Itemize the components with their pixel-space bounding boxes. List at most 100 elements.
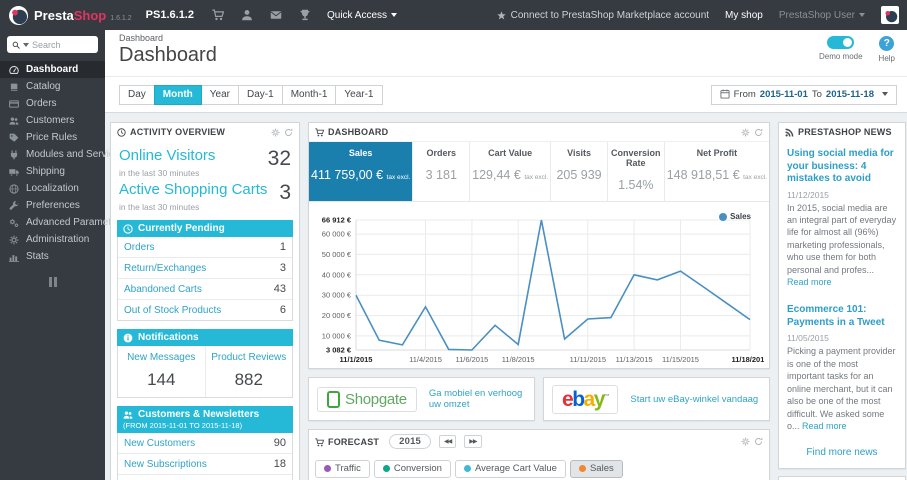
cart-icon[interactable] <box>212 9 224 21</box>
my-shop-link[interactable]: My shop <box>725 10 763 21</box>
svg-text:30 000 €: 30 000 € <box>322 291 352 300</box>
forecast-sales-button[interactable]: Sales <box>569 460 623 479</box>
news-article: Using social media for your business: 4 … <box>779 141 905 290</box>
new-customers-link[interactable]: New Customers <box>124 438 195 449</box>
find-more-news-link[interactable]: Find more news <box>806 447 877 458</box>
read-more-link[interactable]: Read more <box>787 277 832 287</box>
kpi-sales[interactable]: Sales 411 759,00 € tax excl. <box>309 142 414 202</box>
search-input[interactable] <box>32 39 87 50</box>
out-of-stock-link[interactable]: Out of Stock Products <box>124 305 221 316</box>
range-year-button[interactable]: Year <box>200 84 240 105</box>
shopgate-link[interactable]: Ga mobiel en verhoog uw omzet <box>429 388 526 410</box>
orders-link[interactable]: Orders <box>124 242 155 253</box>
forecast-conversion-button[interactable]: Conversion <box>373 460 451 479</box>
kpi-visits[interactable]: Visits 205 939 <box>551 142 608 202</box>
sidebar-item-catalog[interactable]: Catalog <box>0 78 105 95</box>
help-icon[interactable]: ? <box>879 36 895 51</box>
sidebar-item-dashboard[interactable]: Dashboard <box>0 61 105 78</box>
new-messages-link[interactable]: New Messages <box>127 352 195 363</box>
sidebar-item-modules[interactable]: Modules and Services <box>0 146 124 163</box>
panel-settings-button[interactable] <box>271 128 280 137</box>
range-day-button[interactable]: Day <box>119 84 155 105</box>
svg-text:50 000 €: 50 000 € <box>322 250 352 259</box>
legend-label: Sales <box>730 212 751 222</box>
sidebar-item-price-rules[interactable]: Price Rules <box>0 129 105 146</box>
range-year-1-button[interactable]: Year-1 <box>335 84 383 105</box>
panel-refresh-button[interactable] <box>754 437 763 446</box>
svg-text:11/13/2015: 11/13/2015 <box>616 355 653 364</box>
range-month-1-button[interactable]: Month-1 <box>281 84 337 105</box>
panel-refresh-button[interactable] <box>284 128 293 137</box>
user-menu[interactable]: PrestaShop User <box>779 10 865 21</box>
sidebar-search[interactable] <box>7 36 98 53</box>
activity-overview-panel: ACTIVITY OVERVIEW Online Visitors 32 in … <box>110 122 300 480</box>
customers-icon[interactable] <box>241 9 253 21</box>
forecast-prev-button[interactable]: ◀◀ <box>439 435 457 449</box>
kpi-net-profit[interactable]: Net Profit 148 918,51 € tax excl. <box>665 142 769 201</box>
kpi-cart-value[interactable]: Cart Value 129,44 € tax excl. <box>470 142 552 202</box>
forecast-next-button[interactable]: ▶▶ <box>464 435 482 449</box>
demo-mode-toggle[interactable] <box>827 36 855 49</box>
truck-icon <box>9 167 19 177</box>
panel-refresh-button[interactable] <box>754 128 763 137</box>
shop-name: PS1.6.1.2 <box>145 9 194 21</box>
range-month-button[interactable]: Month <box>153 84 202 105</box>
clock-icon <box>123 224 133 234</box>
sidebar-collapse-button[interactable] <box>0 277 105 290</box>
shopgate-logo: Shopgate <box>317 386 417 412</box>
kpi-conversion-rate[interactable]: Conversion Rate 1.54% <box>608 142 665 202</box>
news-article-date: 11/12/2015 <box>787 189 829 200</box>
abandoned-carts-link[interactable]: Abandoned Carts <box>124 284 202 295</box>
users-icon <box>123 410 133 420</box>
globe-icon <box>9 184 19 194</box>
wrench-icon <box>9 201 19 211</box>
sales-line-chart: 66 912 € 60 000 € 50 000 € 40 000 € 30 000 €… <box>322 216 764 365</box>
chevron-down-icon <box>391 13 398 17</box>
forecast-traffic-button[interactable]: Traffic <box>315 460 370 479</box>
news-article-date: 11/05/2015 <box>787 333 829 344</box>
panel-settings-button[interactable] <box>741 128 750 137</box>
user-avatar[interactable] <box>881 6 899 24</box>
ebay-link[interactable]: Start uw eBay-winkel vandaag <box>630 394 758 405</box>
sidebar-item-orders[interactable]: Orders <box>0 95 105 112</box>
svg-text:11/4/2015: 11/4/2015 <box>409 355 442 364</box>
sidebar-item-localization[interactable]: Localization <box>0 180 105 197</box>
returns-link[interactable]: Return/Exchanges <box>124 263 206 274</box>
news-article-title[interactable]: Using social media for your business: 4 … <box>787 148 897 186</box>
read-more-link[interactable]: Read more <box>802 421 847 431</box>
sidebar-item-shipping[interactable]: Shipping <box>0 163 105 180</box>
panel-settings-button[interactable] <box>741 437 750 446</box>
sidebar-item-advanced-parameters[interactable]: Advanced Parameters <box>0 214 125 231</box>
messages-icon[interactable] <box>270 9 282 21</box>
plug-icon <box>9 150 19 160</box>
chart-legend[interactable]: Sales <box>719 212 751 221</box>
news-article-title[interactable]: Ecommerce 101: Payments in a Tweet <box>787 304 897 329</box>
chevron-down-icon[interactable] <box>23 42 29 47</box>
range-day-1-button[interactable]: Day-1 <box>238 84 283 105</box>
marketplace-link[interactable]: Connect to PrestaShop Marketplace accoun… <box>497 10 709 21</box>
version-label: 1.6.1.2 <box>110 14 132 22</box>
gear-icon <box>271 128 280 137</box>
currently-pending-header: Currently Pending <box>117 220 293 238</box>
sidebar: Dashboard Catalog Orders Customers Price… <box>0 30 125 480</box>
sidebar-item-preferences[interactable]: Preferences <box>0 197 105 214</box>
svg-text:11/15/2015: 11/15/2015 <box>662 355 699 364</box>
new-subscriptions-link[interactable]: New Subscriptions <box>124 459 207 470</box>
active-carts-link[interactable]: Active Shopping Carts <box>119 181 267 198</box>
online-visitors-link[interactable]: Online Visitors <box>119 147 215 164</box>
online-visitors-sub: in the last 30 minutes <box>119 168 200 179</box>
chevron-down-icon <box>859 13 865 17</box>
quick-access-menu[interactable]: Quick Access <box>327 10 398 21</box>
news-article-excerpt: Picking a payment provider is one of the… <box>787 346 896 431</box>
shopgate-phone-icon <box>327 390 340 408</box>
sidebar-item-stats[interactable]: Stats <box>0 248 105 265</box>
product-reviews-link[interactable]: Product Reviews <box>211 352 286 363</box>
trophy-icon[interactable] <box>299 9 311 21</box>
forecast-avg-cart-button[interactable]: Average Cart Value <box>454 460 566 479</box>
kpi-orders[interactable]: Orders 3 181 <box>413 142 471 202</box>
date-range-picker[interactable]: From 2015-11-01 To 2015-11-18 <box>710 84 897 105</box>
svg-text:11/6/2015: 11/6/2015 <box>455 355 488 364</box>
table-row: Total Subscribers1308 <box>118 474 292 480</box>
sidebar-item-administration[interactable]: Administration <box>0 231 105 248</box>
sidebar-item-customers[interactable]: Customers <box>0 112 105 129</box>
